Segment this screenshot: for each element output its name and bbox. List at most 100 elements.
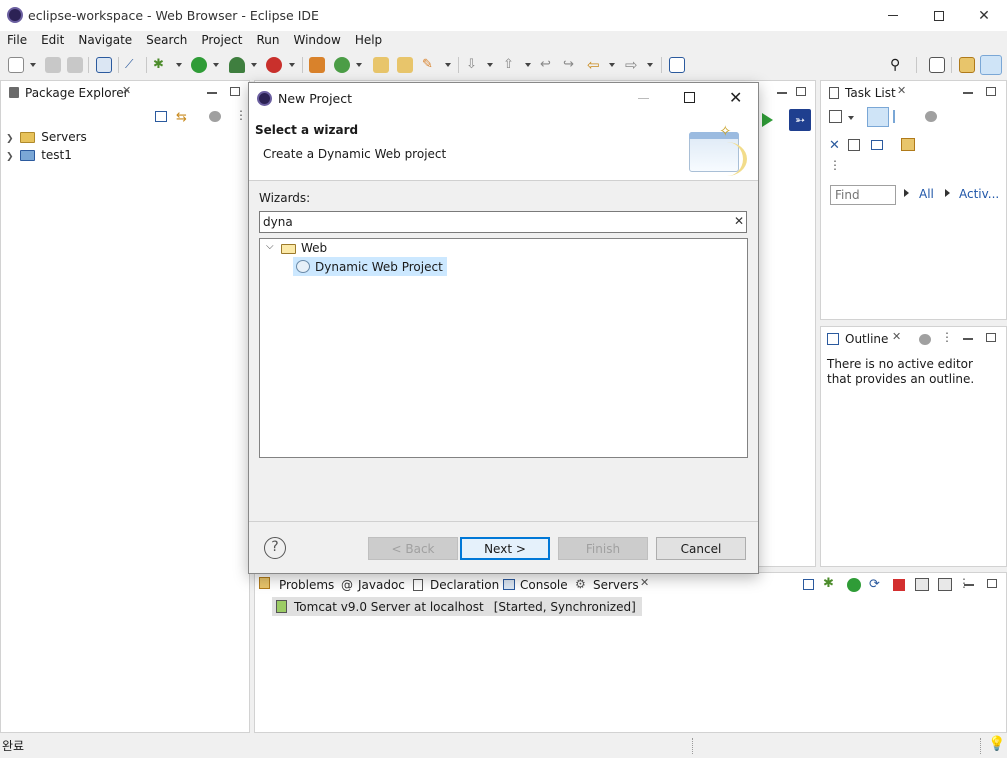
open-perspective-icon[interactable] <box>929 57 945 73</box>
clean-icon[interactable] <box>938 578 952 591</box>
server-row[interactable]: Tomcat v9.0 Server at localhost [Started… <box>272 597 642 616</box>
close-view-icon[interactable]: ✕ <box>897 84 906 97</box>
maximize-dialog-icon[interactable] <box>684 92 695 103</box>
chevron-right-icon[interactable]: ❯ <box>6 134 14 144</box>
synchronize-icon[interactable] <box>901 138 915 151</box>
filters-icon[interactable] <box>919 334 931 345</box>
tree-row-test1[interactable]: ❯ test1 <box>6 148 72 162</box>
close-view-icon[interactable]: ✕ <box>122 84 131 97</box>
tree-row-servers[interactable]: ❯ Servers <box>6 130 87 144</box>
stop-server-icon[interactable] <box>893 579 905 591</box>
minimize-view-icon[interactable] <box>777 92 787 94</box>
next-annotation-icon[interactable]: ⇩ <box>466 57 482 73</box>
coverage-dropdown-icon[interactable] <box>251 63 257 67</box>
collapse-all-icon[interactable] <box>803 579 814 590</box>
run-dropdown-icon[interactable] <box>213 63 219 67</box>
terminal-icon[interactable] <box>96 57 112 73</box>
chevron-down-icon[interactable]: ⌵ <box>266 241 274 252</box>
search-icon[interactable]: ⚲ <box>890 57 906 73</box>
back-button[interactable]: < Back <box>368 537 458 560</box>
tree-folder-web[interactable]: Web <box>301 241 327 255</box>
go-icon[interactable] <box>762 113 773 127</box>
menu-edit[interactable]: Edit <box>34 31 71 52</box>
search-tool-dropdown-icon[interactable] <box>445 63 451 67</box>
menu-run[interactable]: Run <box>249 31 286 52</box>
forward-edit-icon[interactable]: ↪ <box>563 57 579 73</box>
open-type-icon[interactable] <box>373 57 389 73</box>
prev-annotation-dropdown-icon[interactable] <box>525 63 531 67</box>
publish-icon[interactable] <box>915 578 929 591</box>
new-class-dropdown-icon[interactable] <box>356 63 362 67</box>
task-list-tab[interactable]: Task List <box>845 86 896 100</box>
collapse-all-icon[interactable] <box>155 111 167 122</box>
coverage-icon[interactable] <box>229 57 245 73</box>
close-view-icon[interactable]: ✕ <box>892 330 901 343</box>
close-window-button[interactable]: ✕ <box>961 0 1007 31</box>
filters-icon[interactable] <box>925 111 937 122</box>
close-dialog-icon[interactable]: ✕ <box>729 88 742 107</box>
all-link[interactable]: All <box>919 187 934 201</box>
task-find-input[interactable] <box>830 185 896 205</box>
maximize-view-icon[interactable] <box>987 579 997 588</box>
tab-javadoc[interactable]: Javadoc <box>358 578 405 592</box>
new-task-icon[interactable] <box>829 110 842 123</box>
view-menu-icon[interactable]: ⋮ <box>829 158 841 172</box>
external-tools-icon[interactable] <box>266 57 282 73</box>
categorized-icon[interactable] <box>867 107 889 127</box>
next-button[interactable]: Next > <box>460 537 550 560</box>
focus-icon[interactable] <box>848 139 860 151</box>
clear-filter-icon[interactable]: ✕ <box>734 214 744 228</box>
maximize-view-icon[interactable] <box>230 87 240 96</box>
minimize-button[interactable] <box>870 0 916 31</box>
menu-file[interactable]: File <box>0 31 34 52</box>
help-icon[interactable]: ? <box>264 537 286 559</box>
tab-servers[interactable]: Servers <box>593 578 639 592</box>
browser-icon[interactable]: ➳ <box>789 109 811 131</box>
tree-item-dynamic-web-project[interactable]: Dynamic Web Project <box>293 257 447 276</box>
minimize-view-icon[interactable] <box>963 92 973 94</box>
maximize-button[interactable] <box>916 0 962 31</box>
new-dropdown-icon[interactable] <box>30 63 36 67</box>
finish-button[interactable]: Finish <box>558 537 648 560</box>
forward-icon[interactable]: ⇨ <box>625 57 641 73</box>
menu-search[interactable]: Search <box>139 31 194 52</box>
back-icon[interactable]: ⇦ <box>587 57 603 73</box>
javaee-perspective-icon[interactable] <box>980 55 1002 75</box>
filters-icon[interactable] <box>209 111 221 122</box>
forward-dropdown-icon[interactable] <box>647 63 653 67</box>
minimize-view-icon[interactable] <box>207 92 217 94</box>
run-icon[interactable] <box>191 57 207 73</box>
pin-editor-icon[interactable] <box>669 57 685 73</box>
view-menu-icon[interactable]: ⋮ <box>958 576 970 590</box>
open-task-icon[interactable] <box>397 57 413 73</box>
minimize-view-icon[interactable] <box>964 584 974 586</box>
debug-icon[interactable]: ✱ <box>153 57 169 73</box>
outline-tab[interactable]: Outline <box>845 332 888 346</box>
hide-completed-icon[interactable]: ✕ <box>829 138 840 153</box>
tab-declaration[interactable]: Declaration <box>430 578 499 592</box>
scheduled-icon[interactable] <box>893 110 907 123</box>
maximize-view-icon[interactable] <box>986 87 996 96</box>
skip-breakpoints-icon[interactable]: ⟋ <box>125 57 141 73</box>
save-all-icon[interactable] <box>67 57 83 73</box>
tab-problems[interactable]: Problems <box>279 578 334 592</box>
maximize-view-icon[interactable] <box>796 87 806 96</box>
back-dropdown-icon[interactable] <box>609 63 615 67</box>
menu-project[interactable]: Project <box>194 31 249 52</box>
maximize-view-icon[interactable] <box>986 333 996 342</box>
cancel-button[interactable]: Cancel <box>656 537 746 560</box>
tab-console[interactable]: Console <box>520 578 568 592</box>
minimize-view-icon[interactable] <box>963 338 973 340</box>
new-class-icon[interactable] <box>334 57 350 73</box>
view-menu-icon[interactable]: ⋮ <box>235 108 247 122</box>
link-editor-icon[interactable]: ⇆ <box>176 110 187 125</box>
start-server-icon[interactable] <box>847 578 861 592</box>
menu-help[interactable]: Help <box>348 31 389 52</box>
new-task-dropdown-icon[interactable] <box>848 116 854 120</box>
new-package-icon[interactable] <box>309 57 325 73</box>
menu-navigate[interactable]: Navigate <box>71 31 139 52</box>
debug-server-icon[interactable]: ✱ <box>823 576 834 591</box>
debug-dropdown-icon[interactable] <box>176 63 182 67</box>
profile-server-icon[interactable]: ⟳ <box>869 577 880 592</box>
package-explorer-tab[interactable]: Package Explorer <box>25 86 129 100</box>
